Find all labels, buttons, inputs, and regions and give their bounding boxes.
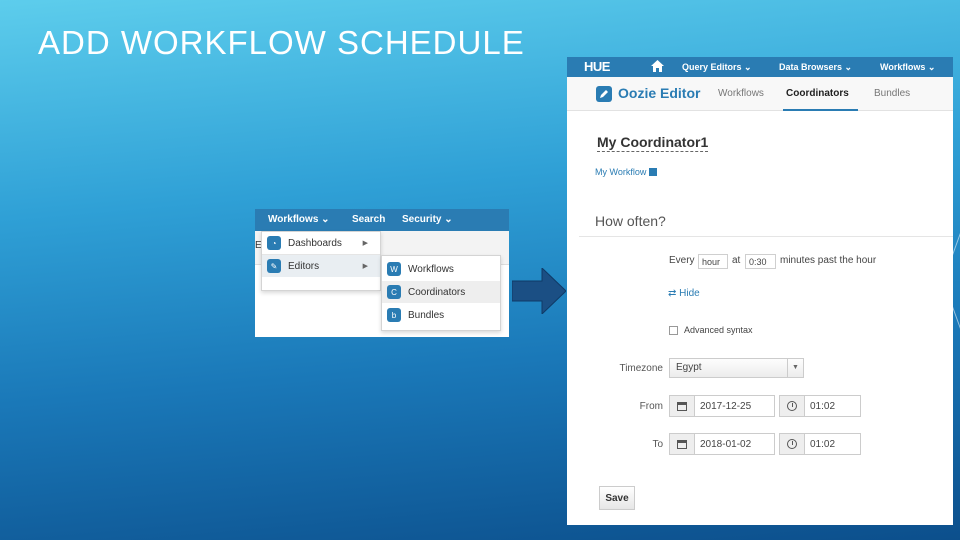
section-heading: How often? [595,213,666,229]
menu-item-label: Dashboards [288,237,342,249]
workflow-icon: W [387,262,401,276]
minutes-past-label: minutes past the hour [780,255,877,266]
tab-coordinators[interactable]: Coordinators [786,88,849,99]
pencil-icon: ✎ [267,259,281,273]
hue-logo[interactable]: HUE [584,59,610,74]
clock-icon[interactable] [779,433,805,455]
tab-bundles[interactable]: Bundles [874,88,910,99]
submenu-item-coordinators[interactable]: C Coordinators [382,281,500,303]
oozie-editor-icon [596,86,612,102]
nav-query-editors[interactable]: Query Editors ⌄ [682,62,752,73]
every-label: Every [669,255,695,266]
editors-submenu: W Workflows C Coordinators b Bundles [381,255,501,331]
dashboard-icon: ◔ [267,236,281,250]
calendar-icon[interactable] [669,433,695,455]
caret-right-icon: ▶ [362,240,368,247]
coordinator-icon: C [387,285,401,299]
nav-security[interactable]: Security ⌄ [402,214,453,225]
nav-workflows[interactable]: Workflows ⌄ [268,214,330,225]
active-tab-indicator [783,109,858,111]
workflow-link-label: My Workflow [595,167,647,177]
chevron-down-icon: ▼ [787,359,803,377]
timezone-label: Timezone [619,363,663,374]
frequency-unit-input[interactable] [698,254,728,269]
hue-topbar: HUE Query Editors ⌄ Data Browsers ⌄ Work… [567,57,953,77]
oozie-editor-screenshot: HUE Query Editors ⌄ Data Browsers ⌄ Work… [567,57,953,525]
bundle-icon: b [387,308,401,322]
clock-icon[interactable] [779,395,805,417]
workflow-link[interactable]: My Workflow [595,167,658,177]
to-time-input[interactable] [804,433,861,455]
home-icon[interactable] [651,60,664,72]
external-link-icon [649,168,658,176]
minute-input[interactable] [745,254,776,269]
from-time-input[interactable] [804,395,861,417]
tab-workflows[interactable]: Workflows [718,88,764,99]
nav-workflows[interactable]: Workflows ⌄ [880,62,935,73]
nav-search[interactable]: Search [352,214,385,225]
slide-title: ADD WORKFLOW SCHEDULE [38,24,525,61]
at-label: at [732,255,741,266]
submenu-item-workflows[interactable]: W Workflows [382,258,500,280]
calendar-icon[interactable] [669,395,695,417]
right-arrow-icon [512,268,566,314]
timezone-value: Egypt [676,362,702,373]
save-button[interactable]: Save [599,486,635,510]
hide-link[interactable]: ⇄ Hide [668,288,700,299]
from-date-input[interactable] [694,395,775,417]
advanced-syntax-label: Advanced syntax [684,325,753,335]
menu-item-editors[interactable]: ✎ Editors ▶ [262,255,380,277]
timezone-select[interactable]: Egypt ▼ [669,358,804,378]
menu-topbar: Workflows ⌄ Search Security ⌄ [255,209,509,231]
caret-right-icon: ▶ [362,263,368,270]
submenu-item-bundles[interactable]: b Bundles [382,304,500,326]
coordinator-name[interactable]: My Coordinator1 [597,134,709,152]
submenu-item-label: Workflows [408,263,454,275]
submenu-item-label: Coordinators [408,286,466,298]
to-date-input[interactable] [694,433,775,455]
menu-screenshot: Workflows ⌄ Search Security ⌄ E ◔ Dashbo… [255,209,509,337]
from-label: From [639,401,663,412]
divider [579,236,953,237]
nav-data-browsers[interactable]: Data Browsers ⌄ [779,62,852,73]
menu-item-dashboards[interactable]: ◔ Dashboards ▶ [262,232,380,254]
menu-item-label: Editors [288,260,320,272]
app-title: Oozie Editor [618,85,701,101]
to-label: To [652,439,663,450]
workflows-dropdown: ◔ Dashboards ▶ ✎ Editors ▶ [261,231,381,291]
advanced-syntax-checkbox[interactable] [669,326,678,335]
submenu-item-label: Bundles [408,309,445,321]
